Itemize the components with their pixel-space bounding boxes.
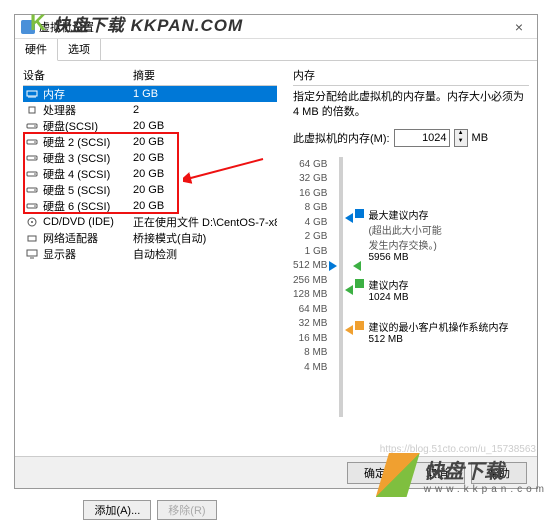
hw-row-10[interactable]: 显示器自动检测 <box>23 246 277 262</box>
legend-max-sq <box>355 209 364 218</box>
marker-rec-icon <box>345 285 353 295</box>
mem-label: 此虚拟机的内存(M): <box>293 130 390 146</box>
dialog-footer: 确定 取消 帮助 <box>15 456 537 488</box>
hw-row-9[interactable]: 网络适配器桥接模式(自动) <box>23 230 277 246</box>
remove-button[interactable]: 移除(R) <box>157 500 216 520</box>
marker-rec2-icon <box>353 261 361 271</box>
disk-icon <box>25 152 39 164</box>
cancel-button[interactable]: 取消 <box>409 462 465 484</box>
disk-icon <box>25 200 39 212</box>
disk-icon <box>25 120 39 132</box>
col-summary: 摘要 <box>133 67 277 83</box>
marker-min-icon <box>345 325 353 335</box>
tabs: 硬件 选项 <box>15 39 537 61</box>
hw-row-2[interactable]: 硬盘(SCSI)20 GB <box>23 118 277 134</box>
close-button[interactable]: × <box>501 16 537 38</box>
memory-spinner[interactable]: ▲▼ <box>454 129 468 147</box>
display-icon <box>25 248 39 260</box>
ok-button[interactable]: 确定 <box>347 462 403 484</box>
window-title: 虚拟机设置 <box>39 19 94 35</box>
add-button[interactable]: 添加(A)... <box>83 500 151 520</box>
net-icon <box>25 232 39 244</box>
memory-scale-labels: 64 GB32 GB16 GB8 GB4 GB2 GB1 GB512 MB256… <box>293 157 327 417</box>
titlebar: 虚拟机设置 × <box>15 15 537 39</box>
tab-hardware[interactable]: 硬件 <box>15 39 58 61</box>
marker-max-icon <box>345 213 353 223</box>
hw-row-4[interactable]: 硬盘 3 (SCSI)20 GB <box>23 150 277 166</box>
hw-row-7[interactable]: 硬盘 6 (SCSI)20 GB <box>23 198 277 214</box>
mem-unit: MB <box>472 132 489 144</box>
slider-thumb[interactable] <box>329 261 337 271</box>
cpu-icon <box>25 104 39 116</box>
memory-pane: 内存 指定分配给此虚拟机的内存量。内存大小必须为 4 MB 的倍数。 此虚拟机的… <box>285 61 537 456</box>
cd-icon <box>25 216 39 228</box>
memory-slider[interactable] <box>339 157 343 417</box>
settings-window: 虚拟机设置 × 硬件 选项 设备 摘要 内存1 GB处理器2硬盘(SCSI)20… <box>14 14 538 489</box>
hw-row-0[interactable]: 内存1 GB <box>23 86 277 102</box>
col-device: 设备 <box>23 67 133 83</box>
disk-icon <box>25 136 39 148</box>
mem-section-title: 内存 <box>293 67 529 83</box>
disk-icon <box>25 184 39 196</box>
window-icon <box>21 20 35 34</box>
memory-input[interactable] <box>394 129 450 147</box>
disk-icon <box>25 168 39 180</box>
memory-icon <box>25 88 39 100</box>
hardware-list-pane: 设备 摘要 内存1 GB处理器2硬盘(SCSI)20 GB硬盘 2 (SCSI)… <box>15 61 285 456</box>
tab-options[interactable]: 选项 <box>58 39 101 60</box>
memory-legend: 最大建议内存 (超出此大小可能 发生内存交换。) 5956 MB 建议内存 10… <box>355 157 508 417</box>
hw-row-8[interactable]: CD/DVD (IDE)正在使用文件 D:\CentOS-7-x86_64-..… <box>23 214 277 230</box>
hw-row-5[interactable]: 硬盘 4 (SCSI)20 GB <box>23 166 277 182</box>
mem-desc: 指定分配给此虚拟机的内存量。内存大小必须为 4 MB 的倍数。 <box>293 90 529 121</box>
hw-row-6[interactable]: 硬盘 5 (SCSI)20 GB <box>23 182 277 198</box>
hw-row-3[interactable]: 硬盘 2 (SCSI)20 GB <box>23 134 277 150</box>
help-button[interactable]: 帮助 <box>471 462 527 484</box>
legend-rec-sq <box>355 279 364 288</box>
hw-row-1[interactable]: 处理器2 <box>23 102 277 118</box>
legend-min-sq <box>355 321 364 330</box>
